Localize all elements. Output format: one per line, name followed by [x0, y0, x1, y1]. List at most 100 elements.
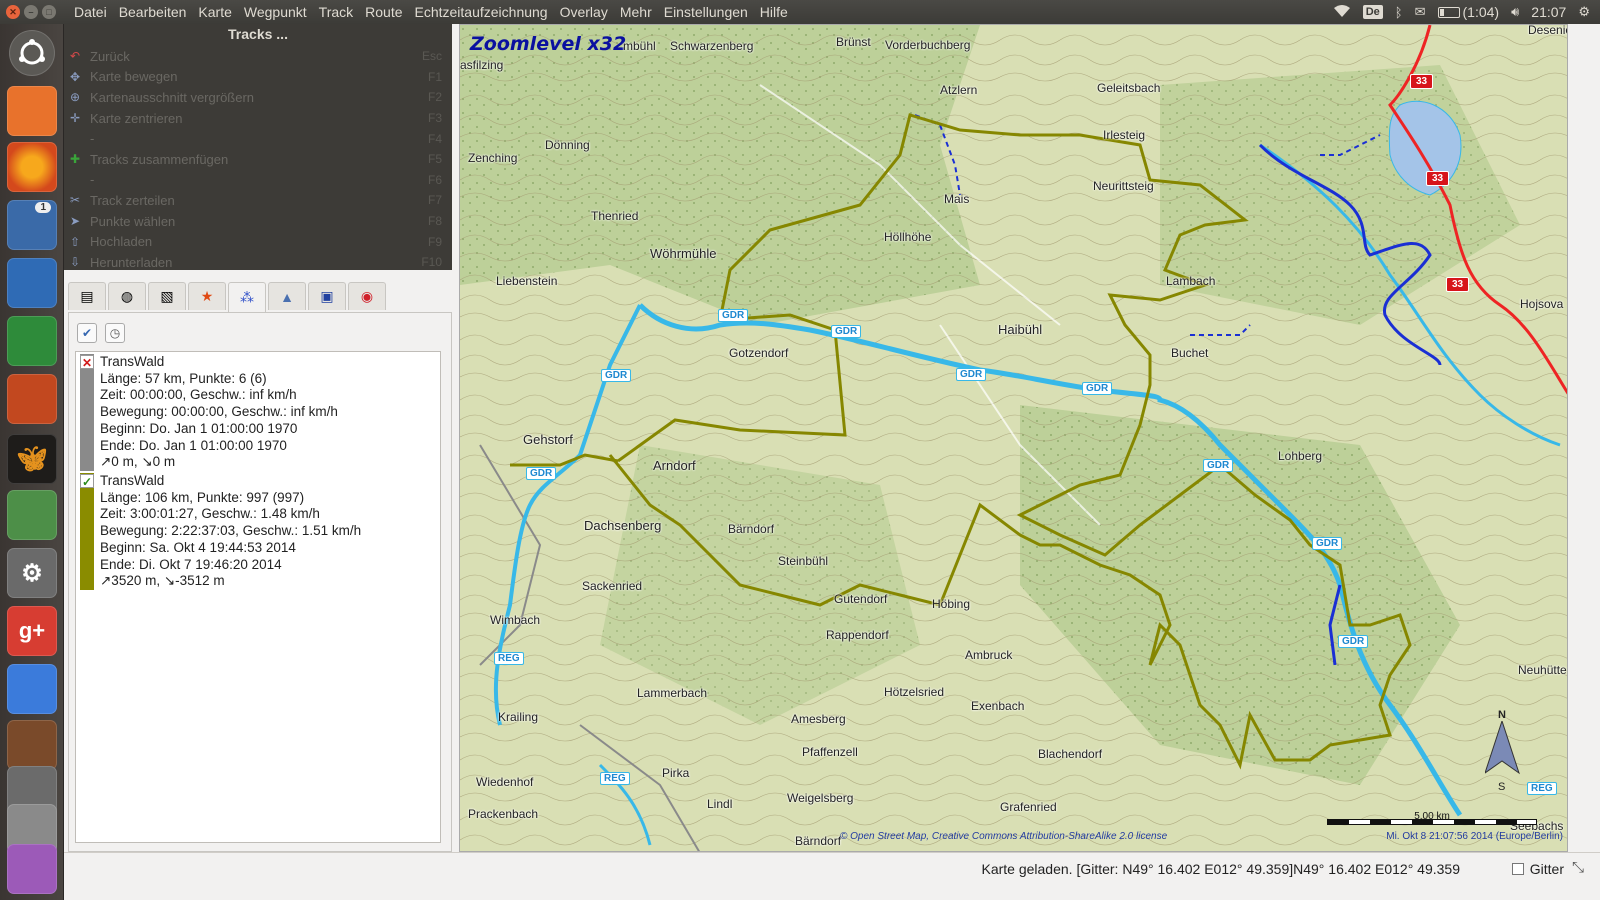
track-moving: Bewegung: 00:00:00, Geschw.: inf km/h — [100, 404, 338, 420]
globe-tab-icon[interactable]: ◍ — [108, 282, 146, 310]
place-label: Mais — [944, 192, 970, 206]
viking-icon[interactable]: 🦋︎ — [7, 434, 57, 484]
battery-time: (1:04) — [1462, 4, 1500, 20]
session-gear-icon[interactable]: ⚙ — [1578, 4, 1590, 20]
water-route-badge: REG — [600, 772, 630, 785]
tool-menu-item[interactable]: ✚ Tracks zusammenfügen F5 — [64, 149, 452, 170]
water-route-badge: GDR — [1338, 635, 1369, 648]
tool-menu-shortcut: F9 — [427, 234, 442, 249]
compass-south: S — [1498, 781, 1506, 793]
battery-indicator[interactable]: (1:04) — [1437, 4, 1500, 20]
place-label: Höbing — [932, 597, 971, 611]
tool-menu-label: Kartenausschnitt vergrößern — [90, 89, 255, 105]
menu-mehr[interactable]: Mehr — [614, 0, 658, 24]
track-list[interactable]: ✕ TransWald Länge: 57 km, Punkte: 6 (6) … — [75, 351, 441, 843]
tool-menu-item[interactable]: ⇩ Herunterladen F10 — [64, 252, 452, 273]
library-icon[interactable] — [7, 720, 57, 770]
tool-menu-item[interactable]: ↶ Zurück Esc — [64, 46, 452, 67]
map-tab-icon[interactable]: ▧ — [148, 282, 186, 310]
photo-tab-icon[interactable]: ▣ — [308, 282, 346, 310]
minimize-window-button[interactable]: – — [24, 5, 38, 19]
place-label: Neuhütte — [1518, 663, 1567, 677]
place-label: Lohberg — [1278, 449, 1323, 463]
visible-check-icon[interactable]: ✓ — [80, 474, 94, 489]
menu-einstellungen[interactable]: Einstellungen — [658, 0, 754, 24]
tool-menu-item[interactable]: ➤ Punkte wählen F8 — [64, 211, 452, 232]
tool-menu-item[interactable]: - F6 — [64, 170, 452, 191]
place-label: Liebenstein — [496, 274, 558, 288]
volume-icon[interactable]: 🔊︎ — [1511, 4, 1519, 20]
menu-karte[interactable]: Karte — [192, 0, 237, 24]
tool-menu-label: Tracks zusammenfügen — [90, 151, 229, 167]
check-icon[interactable]: ✔ — [77, 323, 97, 343]
track-length: Länge: 106 km, Punkte: 997 (997) — [100, 489, 305, 505]
tool-menu-item[interactable]: ⇧ Hochladen F9 — [64, 231, 452, 252]
writer-icon[interactable] — [7, 258, 57, 308]
place-label: Rappendorf — [826, 628, 889, 642]
google-plus-icon[interactable]: g+ — [7, 606, 57, 656]
tool-menu-item[interactable]: ✂ Track zerteilen F7 — [64, 190, 452, 211]
clock[interactable]: 21:07 — [1531, 4, 1566, 20]
water-route-badge: GDR — [718, 309, 749, 322]
target-tab-icon[interactable]: ◉ — [348, 282, 386, 310]
firefox-icon[interactable] — [7, 142, 57, 192]
water-route-badge: REG — [494, 652, 524, 665]
track-item[interactable]: ✓ TransWald Länge: 106 km, Punkte: 997 (… — [76, 473, 440, 590]
place-label: Bärndorf — [728, 522, 775, 536]
menu-hilfe[interactable]: Hilfe — [754, 0, 794, 24]
close-window-button[interactable]: ✕ — [6, 5, 20, 19]
place-label: Dachsenberg — [584, 518, 662, 533]
grid-toggle[interactable]: Gitter — [1511, 861, 1564, 877]
menu-route[interactable]: Route — [359, 0, 408, 24]
files-icon[interactable] — [7, 86, 57, 136]
flask-tab-icon[interactable]: ▲ — [268, 282, 306, 310]
tracks-tab-panel: ✔ ◷ ✕ TransWald Länge: 57 km, Punkte: 6 … — [68, 312, 452, 852]
menu-track[interactable]: Track — [313, 0, 359, 24]
grid-checkbox[interactable] — [1511, 863, 1524, 875]
menu-bearbeiten[interactable]: Bearbeiten — [113, 0, 193, 24]
map-search-icon[interactable] — [7, 490, 57, 540]
upload-icon: ⇧ — [70, 234, 81, 249]
system-settings-icon[interactable]: ⚙ — [7, 548, 57, 598]
menu-wegpunkt[interactable]: Wegpunkt — [238, 0, 313, 24]
overview-tab-icon[interactable]: ▤ — [68, 282, 106, 310]
menu-overlay[interactable]: Overlay — [554, 0, 614, 24]
zoom-icon: ⊕ — [70, 90, 81, 105]
map-view[interactable]: Zoomlevel x32 Brünst Vorderbuchberg Deseni… — [459, 24, 1568, 852]
maximize-window-button[interactable]: □ — [42, 5, 56, 19]
wifi-icon[interactable] — [1333, 4, 1351, 21]
bluetooth-icon[interactable]: ᛒ — [1395, 5, 1403, 20]
keyboard-layout-indicator[interactable]: De — [1362, 5, 1383, 19]
star-tab-icon[interactable]: ★ — [188, 282, 226, 310]
tool-menu-item[interactable]: ✛ Karte zentrieren F3 — [64, 108, 452, 129]
place-label: Grafenried — [1000, 800, 1057, 814]
place-label: Hötzelsried — [884, 685, 945, 699]
tool-menu-item[interactable]: ⊕ Kartenausschnitt vergrößern F2 — [64, 87, 452, 108]
docs-icon[interactable] — [7, 664, 57, 714]
thunderbird-icon[interactable]: 1 — [7, 200, 57, 250]
tool-menu-item[interactable]: - F4 — [64, 128, 452, 149]
notification-badge: 1 — [35, 202, 51, 213]
menu-datei[interactable]: Datei — [68, 0, 113, 24]
tool-menu-item[interactable]: ✥ Karte bewegen F1 — [64, 67, 452, 88]
resize-grip-icon[interactable]: ⤡ — [1572, 859, 1594, 881]
calc-icon[interactable] — [7, 316, 57, 366]
clock-icon[interactable]: ◷ — [105, 323, 125, 343]
map-canvas[interactable] — [460, 25, 1568, 852]
menu-echtzeitaufzeichnung[interactable]: Echtzeitaufzeichnung — [409, 0, 554, 24]
place-label: Zenching — [468, 151, 518, 165]
track-item[interactable]: ✕ TransWald Länge: 57 km, Punkte: 6 (6) … — [76, 354, 440, 471]
top-menu-bar: ✕ – □ Datei Bearbeiten Karte Wegpunkt Tr… — [0, 0, 1600, 24]
impress-icon[interactable] — [7, 374, 57, 424]
track-color-bar: ✕ — [80, 354, 94, 471]
status-bar: Karte geladen. [Gitter: N49° 16.402 E012… — [64, 852, 1600, 900]
place-label: Neurittsteig — [1093, 179, 1154, 193]
mail-icon[interactable]: ✉ — [1415, 4, 1426, 20]
place-label: Steinbühl — [778, 554, 829, 568]
place-label: Prackenbach — [468, 807, 539, 821]
compass-north: N — [1498, 709, 1506, 721]
dash-icon[interactable] — [9, 30, 55, 76]
hidden-x-icon[interactable]: ✕ — [80, 355, 94, 370]
tracks-tab-icon[interactable]: ⁂ — [228, 282, 266, 312]
archive-icon[interactable] — [7, 844, 57, 894]
